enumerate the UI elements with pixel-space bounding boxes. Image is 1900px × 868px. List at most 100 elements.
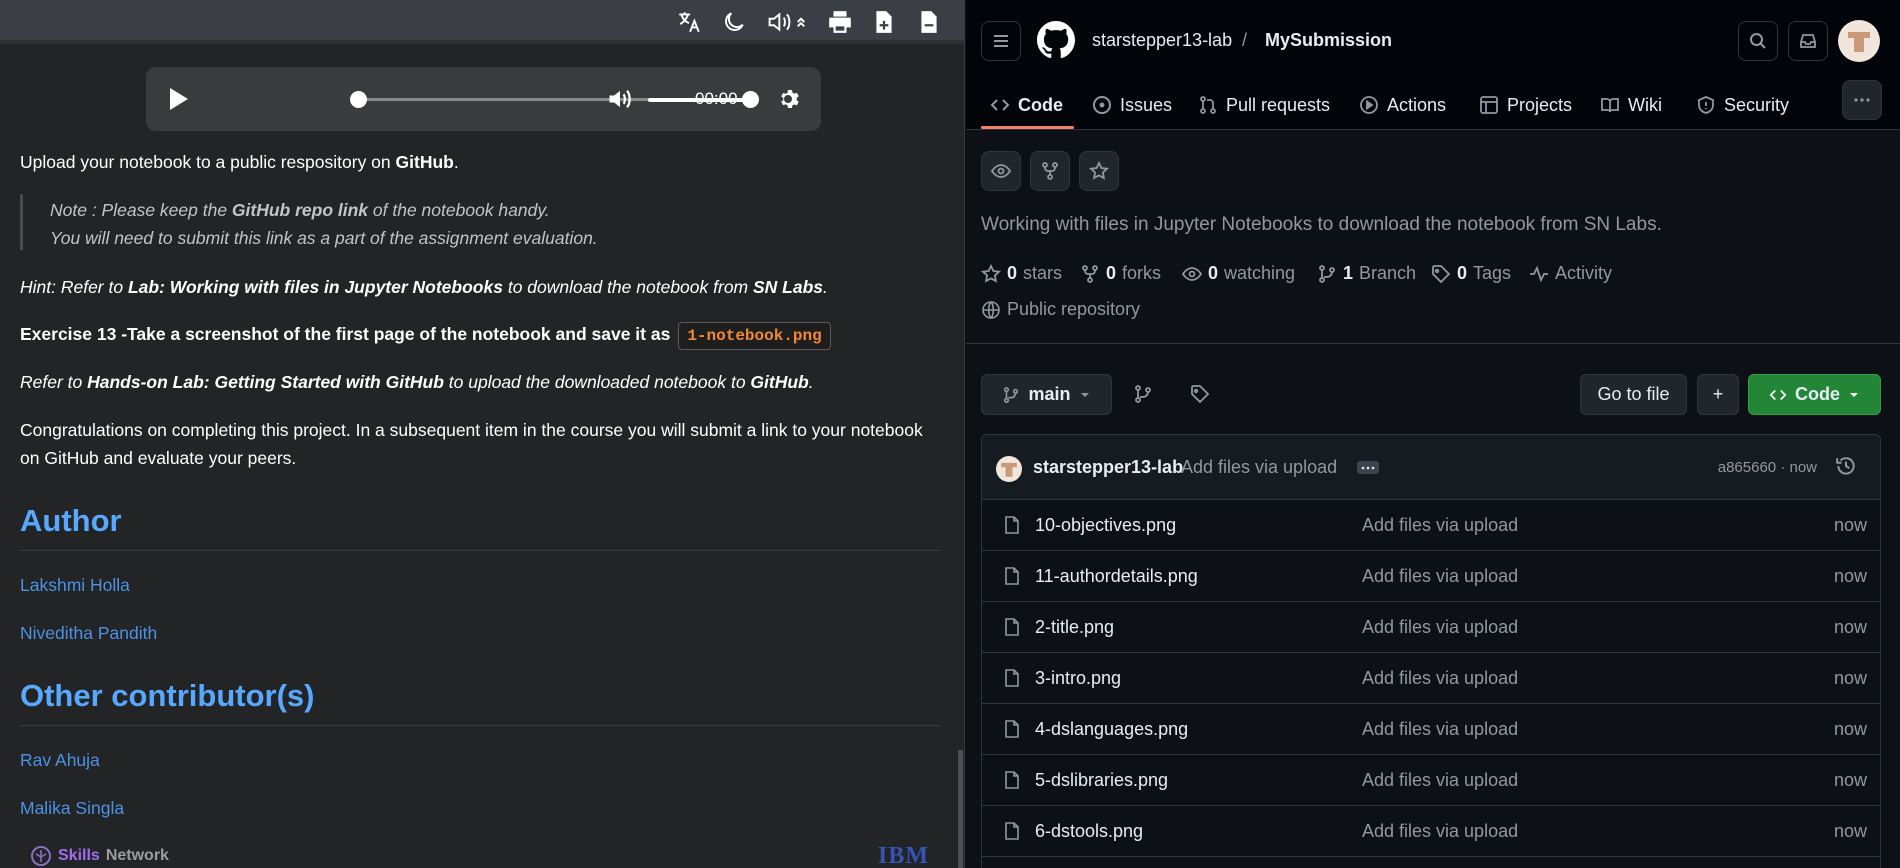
tab-code[interactable]: Code	[990, 90, 1063, 120]
forks-stat[interactable]: 0 forks	[1080, 263, 1161, 284]
watching-stat[interactable]: 0 watching	[1182, 263, 1295, 284]
stars-stat[interactable]: 0 stars	[981, 263, 1062, 284]
github-pane: starstepper13-lab / MySubmission Code Is…	[966, 0, 1900, 868]
document-icon[interactable]	[915, 8, 943, 36]
reader-toolbar	[0, 0, 964, 44]
tab-actions[interactable]: Actions	[1359, 90, 1446, 120]
notebook-pane: 00:00 Upload your notebook to a public r…	[0, 0, 965, 868]
avatar-identicon-icon	[1001, 462, 1017, 477]
inbox-icon	[1800, 34, 1816, 48]
globe-icon	[982, 300, 1000, 319]
volume-slider[interactable]	[648, 98, 752, 102]
repo-description: Working with files in Jupyter Notebooks …	[981, 214, 1662, 235]
commit-expand-button[interactable]	[1357, 461, 1379, 474]
seek-handle[interactable]	[350, 91, 367, 108]
tags-icon[interactable]	[1190, 384, 1210, 409]
file-icon	[1005, 822, 1019, 840]
file-row[interactable]: 10-objectives.png Add files via upload now	[982, 500, 1880, 551]
branch-select[interactable]: main	[981, 374, 1112, 415]
author-link[interactable]: Lakshmi Holla	[20, 575, 130, 596]
file-row[interactable]: 11-authordetails.png Add files via upload…	[982, 551, 1880, 602]
ellipsis-icon	[1854, 98, 1870, 102]
volume-icon[interactable]	[606, 85, 634, 118]
commit-avatar[interactable]	[996, 456, 1022, 482]
github-logo-icon[interactable]	[1037, 21, 1075, 64]
avatar[interactable]	[1838, 20, 1880, 62]
branch-icon	[1319, 264, 1335, 283]
skills-network-logo: Skills Network	[30, 845, 169, 867]
avatar-identicon-icon	[1848, 32, 1870, 52]
more-tabs-button[interactable]	[1842, 80, 1882, 120]
branch-icon	[1004, 386, 1019, 403]
branches-icon[interactable]	[1133, 384, 1153, 409]
repo-owner-link[interactable]: starstepper13-lab	[1092, 30, 1232, 51]
go-to-file-button[interactable]: Go to file	[1580, 374, 1687, 415]
fork-icon	[1042, 162, 1058, 180]
note-line-1: Note : Please keep the GitHub repo link …	[50, 200, 550, 220]
dark-mode-icon[interactable]	[720, 8, 748, 36]
book-icon	[1601, 98, 1619, 113]
history-icon[interactable]	[1835, 455, 1857, 482]
watch-button[interactable]	[981, 151, 1021, 191]
settings-gear-icon[interactable]	[778, 87, 802, 116]
file-row[interactable]: 6-dstools.png Add files via upload now	[982, 806, 1880, 857]
pull-request-icon	[1200, 96, 1216, 114]
issues-icon	[1093, 96, 1111, 114]
congrats-line-2: on GitHub and evaluate your peers.	[20, 448, 297, 468]
file-row[interactable]: 4-dslanguages.png Add files via upload now	[982, 704, 1880, 755]
code-dropdown-button[interactable]: Code	[1748, 374, 1881, 415]
divider	[20, 550, 940, 551]
commit-author[interactable]: starstepper13-lab	[1033, 457, 1183, 478]
tab-wiki[interactable]: Wiki	[1600, 90, 1662, 120]
shield-icon	[1698, 96, 1714, 114]
activity-link[interactable]: Activity	[1529, 263, 1612, 284]
contributor-link[interactable]: Malika Singla	[20, 798, 124, 819]
refer-paragraph: Refer to Hands-on Lab: Getting Started w…	[20, 372, 814, 392]
tags-stat[interactable]: 0 Tags	[1431, 263, 1511, 284]
code-icon	[1769, 389, 1787, 400]
caret-down-icon	[1850, 392, 1858, 397]
scrollbar[interactable]	[958, 750, 963, 868]
menu-button[interactable]	[981, 21, 1021, 61]
add-file-button[interactable]: +	[1697, 374, 1739, 415]
ellipsis-icon	[1361, 466, 1375, 469]
fork-button[interactable]	[1030, 151, 1070, 191]
file-row[interactable]: 3-intro.png Add files via upload now	[982, 653, 1880, 704]
branch-stat[interactable]: 1 Branch	[1317, 263, 1416, 284]
exercise-paragraph: Exercise 13 -Take a screenshot of the fi…	[20, 320, 831, 350]
file-list: starstepper13-lab Add files via upload a…	[981, 434, 1881, 868]
author-link[interactable]: Niveditha Pandith	[20, 623, 157, 644]
tab-issues[interactable]: Issues	[1092, 90, 1172, 120]
commit-hash-time[interactable]: a865660 · now	[1718, 459, 1817, 476]
tab-pull-requests[interactable]: Pull requests	[1198, 90, 1330, 120]
fork-icon	[1082, 264, 1098, 283]
tab-security[interactable]: Security	[1696, 90, 1789, 120]
hamburger-icon	[994, 35, 1008, 47]
star-icon	[1089, 161, 1109, 180]
translate-icon[interactable]	[675, 8, 703, 36]
repo-name-link[interactable]: MySubmission	[1265, 30, 1392, 51]
star-button[interactable]	[1079, 151, 1119, 191]
hint-paragraph: Hint: Refer to Lab: Working with files i…	[20, 277, 828, 297]
eye-icon	[1182, 266, 1202, 281]
ibm-logo: IBM	[878, 843, 929, 868]
breadcrumb-separator: /	[1242, 30, 1248, 50]
file-row[interactable]: 5-dslibraries.png Add files via upload now	[982, 755, 1880, 806]
star-icon	[981, 263, 1001, 283]
tab-projects[interactable]: Projects	[1479, 90, 1572, 120]
pulse-icon	[1530, 265, 1548, 282]
commit-message[interactable]: Add files via upload	[1181, 457, 1337, 478]
file-row[interactable]: 2-title.png Add files via upload now	[982, 602, 1880, 653]
contributor-link[interactable]: Rav Ahuja	[20, 750, 100, 771]
print-icon[interactable]	[826, 8, 854, 36]
search-button[interactable]	[1738, 21, 1778, 61]
play-button[interactable]	[168, 86, 190, 117]
inbox-button[interactable]	[1788, 21, 1828, 61]
volume-handle[interactable]	[742, 91, 759, 108]
file-icon	[1005, 618, 1019, 636]
seek-bar[interactable]	[358, 98, 686, 101]
add-file-icon[interactable]	[870, 8, 898, 36]
file-icon	[1005, 567, 1019, 585]
file-icon	[1005, 516, 1019, 534]
read-aloud-icon[interactable]	[765, 8, 811, 36]
